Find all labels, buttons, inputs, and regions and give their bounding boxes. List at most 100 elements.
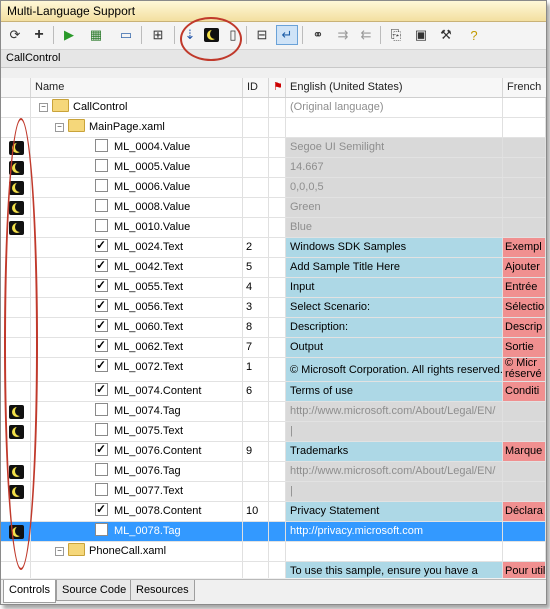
row-checkbox[interactable] [95,358,108,375]
flag-cell[interactable] [269,118,286,137]
english-cell[interactable]: Output [286,338,503,357]
name-cell[interactable]: ML_0006.Value [31,178,243,197]
row-gutter[interactable] [1,382,31,401]
window-icon[interactable]: ▭ [115,25,137,45]
row-checkbox[interactable] [95,139,108,152]
id-cell[interactable] [243,542,269,561]
row-gutter[interactable] [1,118,31,137]
english-cell[interactable]: © Microsoft Corporation. All rights rese… [286,358,503,381]
english-cell[interactable]: To use this sample, ensure you have a [286,562,503,578]
name-cell[interactable]: ML_0076.Tag [31,462,243,481]
english-cell[interactable]: Terms of use [286,382,503,401]
flag-cell[interactable] [269,522,286,541]
flag-cell[interactable] [269,442,286,461]
row-checkbox[interactable] [95,463,108,476]
table-row[interactable]: To use this sample, ensure you have a Pou… [1,562,546,578]
row-checkbox[interactable] [95,219,108,232]
row-gutter[interactable] [1,178,31,197]
row-gutter[interactable] [1,482,31,501]
id-cell[interactable]: 5 [243,258,269,277]
id-cell[interactable]: 1 [243,358,269,381]
row-checkbox[interactable] [95,442,108,459]
french-cell[interactable] [503,402,546,421]
row-gutter[interactable] [1,522,31,541]
flag-icon[interactable]: ⚑ [269,78,286,97]
name-cell[interactable]: ML_0077.Text [31,482,243,501]
row-gutter[interactable] [1,258,31,277]
row-gutter[interactable] [1,98,31,117]
flag-cell[interactable] [269,178,286,197]
flag-cell[interactable] [269,318,286,337]
table-row[interactable]: ML_0006.Value 0,0,0,5 [1,178,546,198]
flag-cell[interactable] [269,278,286,297]
french-cell[interactable]: Entrée [503,278,546,297]
french-cell[interactable]: Exempl [503,238,546,257]
table-row[interactable]: ML_0062.Text 7 Output Sortie [1,338,546,358]
row-checkbox[interactable] [95,278,108,295]
flag-cell[interactable] [269,358,286,381]
french-cell[interactable] [503,178,546,197]
french-cell[interactable] [503,158,546,177]
tab-controls[interactable]: Controls [3,580,56,603]
english-cell[interactable]: 14.667 [286,158,503,177]
english-cell[interactable]: Windows SDK Samples [286,238,503,257]
find-next-icon[interactable]: ⇉ [332,25,354,45]
collapse-icon[interactable]: − [39,103,48,112]
row-gutter[interactable] [1,502,31,521]
name-cell[interactable]: ML_0076.Content [31,442,243,461]
moon-icon[interactable] [200,25,222,45]
tree-folder-row[interactable]: − PhoneCall.xaml [1,542,546,562]
french-cell[interactable] [503,218,546,237]
export-icon[interactable]: ▦ [85,25,107,45]
flag-cell[interactable] [269,542,286,561]
id-cell[interactable] [243,522,269,541]
name-cell[interactable]: ML_0005.Value [31,158,243,177]
english-cell[interactable]: Input [286,278,503,297]
id-cell[interactable] [243,562,269,578]
help-icon[interactable]: ? [463,25,485,45]
english-cell[interactable]: Segoe UI Semilight [286,138,503,157]
tree-folder-row[interactable]: − CallControl (Original language) [1,98,546,118]
row-checkbox[interactable] [95,238,108,255]
french-cell[interactable]: Ajouter [503,258,546,277]
table-row[interactable]: ML_0078.Tag http://privacy.microsoft.com [1,522,546,542]
name-cell[interactable]: ML_0004.Value [31,138,243,157]
flag-cell[interactable] [269,198,286,217]
english-cell[interactable]: http://www.microsoft.com/About/Legal/EN/ [286,402,503,421]
play-icon[interactable]: ▶ [58,25,80,45]
table-row[interactable]: ML_0024.Text 2 Windows SDK Samples Exempl [1,238,546,258]
row-gutter[interactable] [1,422,31,441]
name-cell[interactable]: ML_0024.Text [31,238,243,257]
table-row[interactable]: ML_0072.Text 1 © Microsoft Corporation. Al… [1,358,546,382]
id-cell[interactable]: 9 [243,442,269,461]
clipboard-icon[interactable]: ▣ [410,25,432,45]
french-cell[interactable] [503,98,546,117]
tools-icon[interactable]: ⚒ [435,25,457,45]
flag-cell[interactable] [269,158,286,177]
french-cell[interactable] [503,138,546,157]
english-cell[interactable]: | [286,422,503,441]
english-cell[interactable]: Privacy Statement [286,502,503,521]
moon-icon[interactable] [9,485,24,499]
id-cell[interactable] [243,178,269,197]
id-cell[interactable] [243,482,269,501]
row-checkbox[interactable] [95,199,108,212]
name-cell[interactable]: ML_0062.Text [31,338,243,357]
name-cell[interactable]: ML_0008.Value [31,198,243,217]
name-cell[interactable]: ML_0060.Text [31,318,243,337]
flag-cell[interactable] [269,338,286,357]
collapse-icon[interactable]: − [55,123,64,132]
tree-icon[interactable]: ⊞ [147,25,169,45]
name-cell[interactable]: ML_0074.Content [31,382,243,401]
copy-icon[interactable]: ⎘ [385,25,407,45]
row-gutter[interactable] [1,562,31,578]
flag-cell[interactable] [269,138,286,157]
row-checkbox[interactable] [95,423,108,436]
row-gutter[interactable] [1,542,31,561]
english-cell[interactable]: Trademarks [286,442,503,461]
name-cell[interactable]: ML_0042.Text [31,258,243,277]
row-gutter[interactable] [1,198,31,217]
french-cell[interactable]: Marque [503,442,546,461]
table-row[interactable]: ML_0074.Tag http://www.microsoft.com/Abou… [1,402,546,422]
french-cell[interactable] [503,198,546,217]
